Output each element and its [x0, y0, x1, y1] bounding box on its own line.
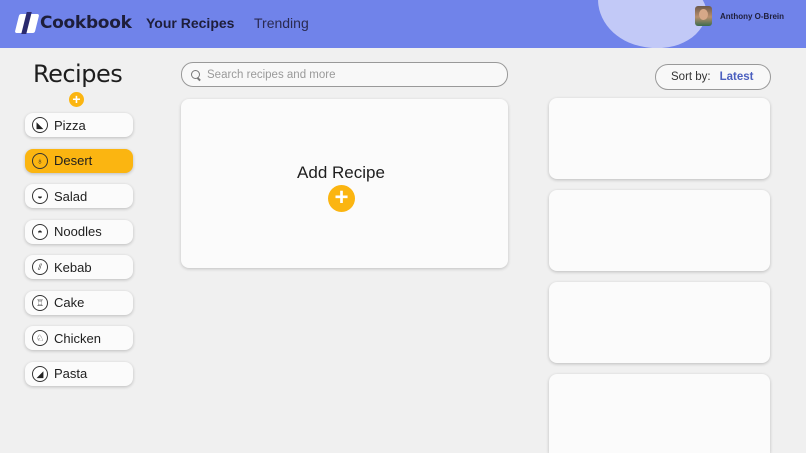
book-logo-icon: [14, 12, 40, 34]
sort-value[interactable]: Latest: [720, 71, 754, 83]
chicken-icon: ♘: [32, 330, 48, 346]
search-bar[interactable]: [181, 62, 508, 87]
category-item-salad[interactable]: ◒ Salad: [25, 184, 133, 208]
category-label: Salad: [54, 188, 88, 204]
category-label: Noodles: [54, 224, 102, 239]
salad-bowl-icon: ◒: [32, 188, 48, 204]
search-icon: [191, 69, 201, 80]
app-name: Cookbook: [40, 13, 132, 33]
add-category-button[interactable]: +: [69, 92, 84, 107]
category-item-noodles[interactable]: ◓ Noodles: [25, 219, 133, 244]
category-item-pizza[interactable]: ◣ Pizza: [25, 113, 133, 137]
add-recipe-card[interactable]: Add Recipe +: [181, 99, 508, 268]
top-nav-bar: Cookbook Your Recipes Trending Anthony O…: [0, 0, 806, 48]
sort-label: Sort by:: [671, 71, 711, 83]
kebab-skewer-icon: ⫽: [32, 259, 48, 275]
category-label: Pizza: [54, 117, 86, 133]
avatar[interactable]: [695, 6, 712, 26]
cake-icon: ♖: [32, 294, 48, 311]
recipe-card-placeholder[interactable]: [549, 374, 770, 453]
user-name: Anthony O-Brein: [720, 11, 784, 21]
category-label: Cake: [54, 295, 85, 310]
search-input[interactable]: [207, 68, 497, 81]
recipe-card-placeholder[interactable]: [549, 98, 770, 179]
app-logo[interactable]: Cookbook: [14, 12, 132, 34]
add-recipe-title: Add Recipe: [297, 163, 385, 182]
ice-cream-icon: ♁: [32, 152, 48, 169]
page-title: Recipes: [33, 60, 123, 88]
nav-trending[interactable]: Trending: [254, 15, 309, 31]
category-item-kebab[interactable]: ⫽ Kebab: [25, 255, 133, 279]
pizza-icon: ◣: [32, 117, 48, 133]
category-item-cake[interactable]: ♖ Cake: [25, 290, 133, 315]
pasta-plate-icon: ◢: [32, 365, 48, 382]
recipe-card-placeholder[interactable]: [549, 282, 770, 363]
category-item-pasta[interactable]: ◢ Pasta: [25, 361, 133, 386]
category-item-desert[interactable]: ♁ Desert: [25, 148, 133, 173]
category-label: Desert: [54, 153, 93, 168]
nav-your-recipes[interactable]: Your Recipes: [146, 15, 234, 31]
noodle-bowl-icon: ◓: [32, 223, 48, 240]
add-recipe-button[interactable]: +: [328, 185, 355, 212]
category-item-chicken[interactable]: ♘ Chicken: [25, 326, 133, 350]
sort-dropdown[interactable]: Sort by: Latest: [655, 64, 771, 90]
category-list: ◣ Pizza ♁ Desert ◒ Salad ◓ Noodles ⫽ Keb…: [25, 113, 133, 397]
category-label: Chicken: [54, 330, 101, 346]
recipe-card-placeholder[interactable]: [549, 190, 770, 271]
user-profile[interactable]: Anthony O-Brein: [695, 6, 784, 26]
category-label: Pasta: [54, 366, 88, 381]
category-label: Kebab: [54, 259, 92, 275]
